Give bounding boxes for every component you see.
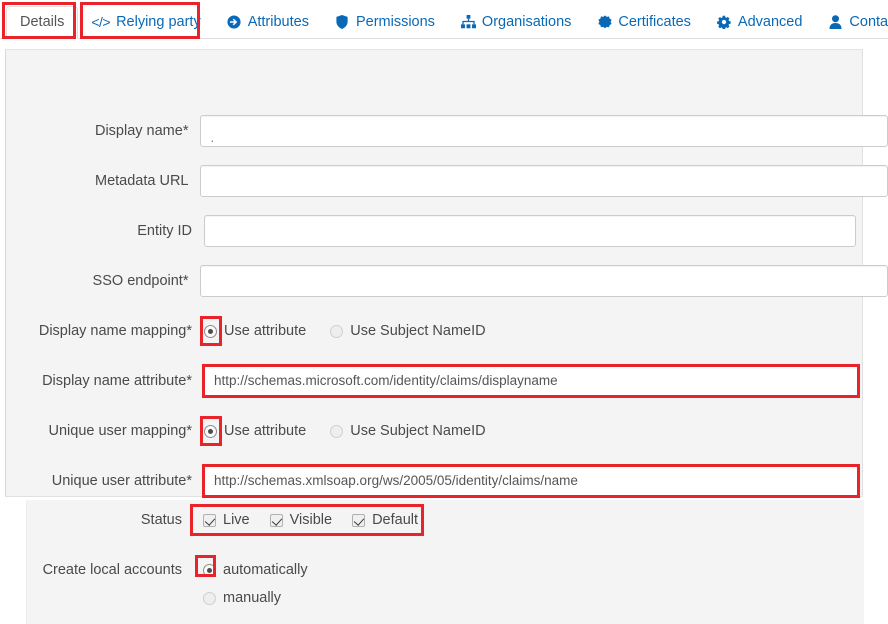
option-label: manually (223, 591, 281, 606)
sso-endpoint-label: SSO endpoint* (0, 274, 200, 289)
tab-relying-party[interactable]: </> Relying party (78, 6, 213, 38)
tab-contact[interactable]: Contact (815, 6, 888, 38)
field-row-metadata-url: Metadata URL (0, 164, 888, 198)
display-name-input[interactable]: . (200, 115, 888, 147)
display-name-mapping-option-use-subject-nameid[interactable]: Use Subject NameID (330, 324, 485, 339)
entity-id-input[interactable] (204, 215, 856, 247)
display-name-mapping-label: Display name mapping* (0, 324, 204, 339)
field-row-unique-user-attribute: Unique user attribute* http://schemas.xm… (0, 464, 888, 498)
sso-endpoint-input[interactable] (200, 265, 888, 297)
status-checkbox-visible[interactable]: Visible (270, 513, 332, 528)
tab-permissions[interactable]: Permissions (322, 6, 448, 38)
create-local-accounts-option-automatically[interactable]: automatically (194, 563, 308, 578)
checkbox-label: Default (372, 513, 418, 528)
gear-icon (717, 15, 732, 30)
display-name-attribute-input[interactable]: http://schemas.microsoft.com/identity/cl… (204, 365, 858, 397)
create-local-accounts-option-manually[interactable]: manually (194, 591, 281, 606)
unique-user-mapping-radio-group: Use attribute Use Subject NameID (204, 424, 486, 439)
checkbox-indicator-checked[interactable] (270, 514, 283, 527)
field-row-sso-endpoint: SSO endpoint* (0, 264, 888, 298)
radio-indicator-selected[interactable] (204, 425, 217, 438)
radio-indicator-unselected[interactable] (330, 325, 343, 338)
display-name-attribute-label: Display name attribute* (0, 374, 204, 389)
tab-permissions-label: Permissions (356, 15, 435, 30)
radio-indicator-selected[interactable] (203, 564, 216, 577)
field-row-display-name-mapping: Display name mapping* Use attribute Use … (0, 314, 888, 348)
tab-certificates[interactable]: Certificates (584, 6, 704, 38)
create-local-accounts-label: Create local accounts (0, 563, 194, 578)
display-name-mapping-radio-group: Use attribute Use Subject NameID (204, 324, 486, 339)
field-row-create-local-accounts-manually: manually (0, 581, 888, 615)
tab-organisations[interactable]: Organisations (448, 6, 584, 38)
tab-details[interactable]: Details (6, 6, 78, 39)
radio-indicator-unselected[interactable] (330, 425, 343, 438)
tab-advanced-label: Advanced (738, 15, 803, 30)
tab-contact-label: Contact (849, 15, 888, 30)
certificate-icon (597, 15, 612, 30)
entity-id-label: Entity ID (0, 224, 204, 239)
status-checkbox-live[interactable]: Live (203, 513, 250, 528)
checkbox-indicator-checked[interactable] (203, 514, 216, 527)
details-form-panel: Display name* . Metadata URL Entity ID S… (0, 39, 888, 624)
tab-details-label: Details (20, 15, 64, 30)
option-label: Use Subject NameID (350, 424, 485, 439)
unique-user-mapping-option-use-subject-nameid[interactable]: Use Subject NameID (330, 424, 485, 439)
arrow-circle-icon (227, 15, 242, 30)
checkbox-label: Live (223, 513, 250, 528)
sitemap-icon (461, 15, 476, 30)
field-row-unique-user-mapping: Unique user mapping* Use attribute Use S… (0, 414, 888, 448)
option-label: Use attribute (224, 424, 306, 439)
field-row-display-name: Display name* . (0, 114, 888, 148)
unique-user-mapping-option-use-attribute[interactable]: Use attribute (204, 424, 306, 439)
unique-user-mapping-label: Unique user mapping* (0, 424, 204, 439)
option-label: automatically (223, 563, 308, 578)
radio-indicator-unselected[interactable] (203, 592, 216, 605)
user-icon (828, 15, 843, 30)
radio-indicator-selected[interactable] (204, 325, 217, 338)
metadata-url-label: Metadata URL (0, 174, 200, 189)
checkbox-indicator-checked[interactable] (352, 514, 365, 527)
field-row-status: Status Live Visible Default (0, 503, 888, 537)
tab-relying-party-label: Relying party (116, 15, 201, 30)
field-row-entity-id: Entity ID (0, 214, 888, 248)
metadata-url-input[interactable] (200, 165, 888, 197)
tab-bar: Details </> Relying party Attributes Per… (0, 0, 888, 39)
tab-organisations-label: Organisations (482, 15, 571, 30)
option-label: Use Subject NameID (350, 324, 485, 339)
display-name-label: Display name* (0, 124, 200, 139)
display-name-mapping-option-use-attribute[interactable]: Use attribute (204, 324, 306, 339)
tab-advanced[interactable]: Advanced (704, 6, 816, 38)
unique-user-attribute-input[interactable]: http://schemas.xmlsoap.org/ws/2005/05/id… (204, 465, 858, 497)
option-label: Use attribute (224, 324, 306, 339)
checkbox-label: Visible (290, 513, 332, 528)
status-checkbox-default[interactable]: Default (352, 513, 418, 528)
status-checkbox-group: Live Visible Default (194, 513, 418, 528)
field-row-display-name-attribute: Display name attribute* http://schemas.m… (0, 364, 888, 398)
shield-icon (335, 15, 350, 30)
code-icon: </> (91, 15, 110, 30)
tab-attributes[interactable]: Attributes (214, 6, 322, 38)
status-label: Status (0, 513, 194, 528)
unique-user-attribute-label: Unique user attribute* (0, 474, 204, 489)
tab-attributes-label: Attributes (248, 15, 309, 30)
tab-certificates-label: Certificates (618, 15, 691, 30)
